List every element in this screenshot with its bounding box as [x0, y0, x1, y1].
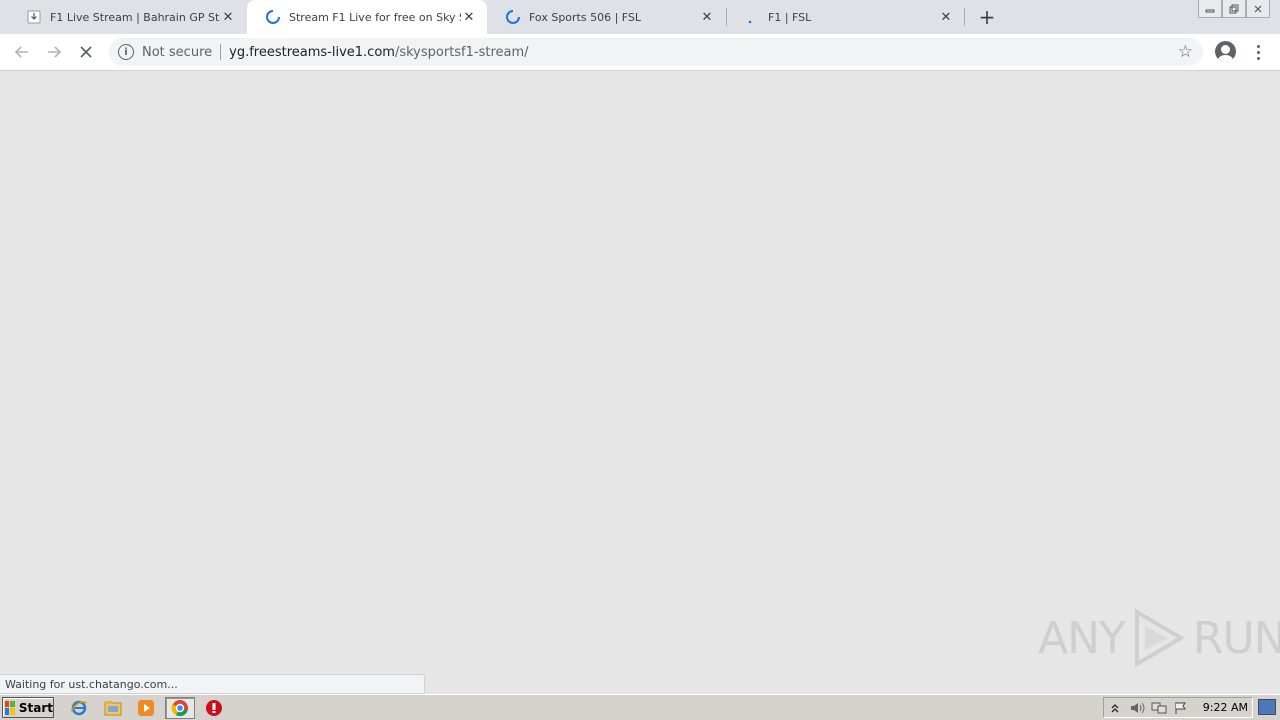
tab-separator — [964, 8, 965, 26]
back-button[interactable] — [10, 40, 34, 64]
watermark-left: ANY — [1038, 612, 1126, 664]
windows-logo-icon — [5, 700, 15, 715]
tab-f1-live-stream[interactable]: F1 Live Stream | Bahrain GP Stream ✕ — [8, 0, 246, 34]
network-icon[interactable] — [1148, 699, 1170, 717]
window-controls — [1198, 0, 1270, 18]
tab-fox-sports-506[interactable]: Fox Sports 506 | FSL ✕ — [487, 0, 725, 34]
close-window-icon[interactable] — [1246, 0, 1270, 18]
opera-icon[interactable] — [204, 698, 224, 718]
forward-button[interactable] — [42, 40, 66, 64]
new-tab-button[interactable]: + — [976, 6, 998, 28]
tab-strip: F1 Live Stream | Bahrain GP Stream ✕ Str… — [0, 0, 1280, 34]
bookmark-star-icon[interactable]: ☆ — [1178, 42, 1193, 62]
menu-icon[interactable] — [1250, 40, 1266, 64]
internet-explorer-icon[interactable] — [69, 698, 89, 718]
restore-icon[interactable] — [1222, 0, 1246, 18]
url-path[interactable]: /skysportsf1-stream/ — [395, 45, 529, 60]
show-hidden-icons-icon[interactable] — [1104, 699, 1126, 717]
loading-dot-icon — [744, 9, 760, 25]
volume-icon[interactable] — [1126, 699, 1148, 717]
stop-icon — [80, 46, 92, 58]
minimize-icon[interactable] — [1198, 0, 1222, 18]
file-explorer-icon[interactable] — [103, 698, 123, 718]
play-logo-icon — [1134, 608, 1185, 668]
info-icon[interactable]: i — [118, 44, 134, 60]
stop-button[interactable] — [74, 40, 98, 64]
browser-toolbar: i Not secure yg.freestreams-live1.com/sk… — [0, 34, 1280, 71]
taskbar: Start 9:22 AM — [0, 694, 1280, 720]
chrome-icon — [171, 700, 188, 717]
address-bar[interactable]: i Not secure yg.freestreams-live1.com/sk… — [109, 38, 1203, 66]
close-icon[interactable]: ✕ — [220, 9, 236, 25]
close-icon[interactable]: ✕ — [699, 9, 715, 25]
close-icon[interactable]: ✕ — [461, 9, 477, 25]
status-bubble: Waiting for ust.chatango.com... — [0, 674, 425, 694]
action-center-flag-icon[interactable] — [1170, 699, 1192, 717]
loading-spinner-icon — [265, 9, 281, 25]
start-button[interactable]: Start — [2, 697, 54, 718]
security-label[interactable]: Not secure — [142, 45, 212, 60]
system-tray: 9:22 AM — [1103, 697, 1253, 718]
close-icon[interactable]: ✕ — [938, 9, 954, 25]
tab-title: Stream F1 Live for free on Sky Sports — [289, 10, 461, 24]
back-arrow-icon — [14, 46, 28, 58]
page-icon — [26, 9, 42, 25]
start-label: Start — [18, 700, 53, 715]
tab-title: F1 Live Stream | Bahrain GP Stream — [50, 10, 220, 24]
loading-spinner-icon — [505, 9, 521, 25]
chrome-taskbar-button[interactable] — [165, 697, 195, 719]
tab-f1-fsl[interactable]: F1 | FSL ✕ — [726, 0, 964, 34]
show-desktop-button[interactable] — [1258, 699, 1276, 715]
watermark-right: RUN — [1192, 612, 1280, 664]
profile-avatar-icon[interactable] — [1215, 41, 1236, 62]
page-content — [0, 72, 1280, 694]
forward-arrow-icon — [48, 46, 62, 58]
clock[interactable]: 9:22 AM — [1203, 701, 1248, 714]
tab-title: F1 | FSL — [768, 10, 812, 24]
divider — [220, 44, 222, 60]
tab-title: Fox Sports 506 | FSL — [529, 10, 642, 24]
anyrun-watermark: ANY RUN — [1038, 608, 1280, 668]
media-player-icon[interactable] — [136, 698, 156, 718]
url-domain[interactable]: yg.freestreams-live1.com — [229, 45, 395, 60]
tab-stream-f1-sky-sports[interactable]: Stream F1 Live for free on Sky Sports ✕ — [247, 0, 487, 34]
